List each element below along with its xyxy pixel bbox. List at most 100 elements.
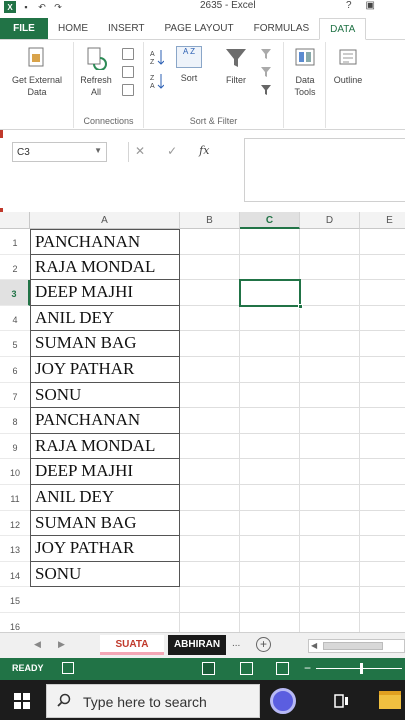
row-header[interactable]: 10	[0, 459, 30, 485]
connections-icon[interactable]	[122, 48, 134, 60]
grid-cell[interactable]	[240, 254, 300, 281]
row-header[interactable]: 9	[0, 433, 30, 460]
zoom-slider[interactable]	[316, 668, 402, 669]
grid-cell[interactable]	[360, 587, 405, 613]
grid-cell[interactable]	[300, 331, 360, 357]
advanced-filter-icon[interactable]	[260, 84, 274, 96]
row-header[interactable]: 1	[0, 229, 30, 255]
grid-cell[interactable]	[360, 536, 405, 562]
edit-links-icon[interactable]	[122, 84, 134, 96]
grid-cell[interactable]	[180, 305, 240, 332]
grid-cell[interactable]	[360, 280, 405, 306]
grid-cell[interactable]	[360, 306, 405, 332]
row-header[interactable]: 16	[0, 613, 30, 632]
save-icon[interactable]: ▪	[20, 1, 32, 13]
taskbar-search-box[interactable]: Type here to search	[46, 684, 260, 718]
cell-a2[interactable]: RAJA MONDAL	[30, 254, 180, 281]
row-header[interactable]: 5	[0, 331, 30, 357]
active-cell-selection[interactable]	[239, 279, 303, 309]
cell-a14[interactable]: SONU	[30, 561, 180, 588]
cell-a10[interactable]: DEEP MAJHI	[30, 459, 180, 485]
properties-icon[interactable]	[122, 66, 134, 78]
tab-insert[interactable]: INSERT	[98, 18, 155, 39]
row-header[interactable]: 11	[0, 485, 30, 511]
grid-cell[interactable]	[240, 561, 300, 588]
redo-icon[interactable]: ↷	[52, 1, 64, 13]
grid-cell[interactable]	[360, 511, 405, 537]
sort-descending-icon[interactable]: ZA	[150, 72, 164, 90]
grid-cell[interactable]	[180, 331, 240, 357]
task-view-icon[interactable]	[334, 693, 350, 709]
grid-cell[interactable]	[360, 357, 405, 383]
row-header[interactable]: 14	[0, 561, 30, 588]
row-header[interactable]: 4	[0, 305, 30, 332]
tab-formulas[interactable]: FORMULAS	[244, 18, 320, 39]
macro-recording-icon[interactable]	[62, 662, 74, 674]
grid-cell[interactable]	[240, 459, 300, 485]
grid-cell[interactable]	[300, 382, 360, 409]
grid-cell[interactable]	[360, 229, 405, 255]
cell-a15[interactable]	[30, 587, 180, 613]
sheet-tab-suata[interactable]: SUATA	[100, 635, 164, 655]
windows-start-icon[interactable]	[14, 693, 30, 709]
cell-a13[interactable]: JOY PATHAR	[30, 536, 180, 562]
cell-a3[interactable]: DEEP MAJHI	[30, 280, 180, 306]
grid-cell[interactable]	[180, 536, 240, 562]
sort-button[interactable]: A Z Sort	[172, 46, 206, 84]
grid-cell[interactable]	[360, 408, 405, 434]
refresh-all-button[interactable]: Refresh All	[76, 46, 116, 98]
filter-button[interactable]: Filter	[218, 46, 254, 86]
grid-cell[interactable]	[300, 357, 360, 383]
outline-button[interactable]: Outline	[328, 46, 368, 86]
grid-cell[interactable]	[240, 510, 300, 537]
formula-input[interactable]	[244, 138, 405, 202]
next-sheet-icon[interactable]: ▶	[58, 639, 65, 650]
grid-cell[interactable]	[360, 485, 405, 511]
cell-a11[interactable]: ANIL DEY	[30, 485, 180, 511]
grid-cell[interactable]	[240, 613, 300, 632]
page-layout-view-icon[interactable]	[240, 662, 253, 675]
cancel-entry-icon[interactable]: ✕	[135, 144, 145, 158]
grid-cell[interactable]	[300, 613, 360, 632]
fill-handle[interactable]	[298, 303, 303, 309]
name-box[interactable]: C3 ▼	[12, 142, 107, 162]
column-header-a[interactable]: A	[30, 212, 180, 229]
grid-cell[interactable]	[360, 613, 405, 632]
add-sheet-icon[interactable]: +	[256, 637, 271, 652]
undo-icon[interactable]: ↶	[36, 1, 48, 13]
cell-a1[interactable]: PANCHANAN	[30, 229, 180, 255]
scroll-left-icon[interactable]: ◀	[311, 640, 317, 652]
grid-cell[interactable]	[240, 485, 300, 511]
row-header[interactable]: 7	[0, 382, 30, 409]
grid-cell[interactable]	[300, 254, 360, 281]
scroll-thumb[interactable]	[323, 642, 383, 650]
row-header[interactable]: 8	[0, 408, 30, 434]
sheet-tab-abhiran[interactable]: ABHIRAN	[168, 635, 226, 655]
grid-cell[interactable]	[180, 613, 240, 632]
grid-cell[interactable]	[180, 382, 240, 409]
confirm-entry-icon[interactable]: ✓	[167, 144, 177, 158]
tab-page-layout[interactable]: PAGE LAYOUT	[155, 18, 244, 39]
more-sheets-button[interactable]: ...	[232, 638, 240, 649]
grid-cell[interactable]	[300, 408, 360, 434]
grid-cell[interactable]	[300, 433, 360, 460]
column-header-e[interactable]: E	[360, 212, 405, 229]
grid-cell[interactable]	[300, 587, 360, 613]
name-box-dropdown-icon[interactable]: ▼	[94, 146, 102, 155]
data-tools-button[interactable]: Data Tools	[286, 46, 324, 98]
grid-cell[interactable]	[360, 383, 405, 409]
tab-home[interactable]: HOME	[48, 18, 98, 39]
grid-cell[interactable]	[300, 561, 360, 588]
tab-file[interactable]: FILE	[0, 18, 48, 39]
get-external-data-button[interactable]: Get External Data	[6, 46, 68, 98]
clear-filter-icon[interactable]	[260, 48, 274, 60]
grid-cell[interactable]	[240, 331, 300, 357]
cell-a4[interactable]: ANIL DEY	[30, 305, 180, 332]
row-header[interactable]: 2	[0, 254, 30, 281]
grid-cell[interactable]	[180, 510, 240, 537]
grid-cell[interactable]	[240, 382, 300, 409]
cell-a16[interactable]	[30, 613, 180, 632]
row-header[interactable]: 13	[0, 536, 30, 562]
column-header-d[interactable]: D	[300, 212, 360, 229]
sort-ascending-icon[interactable]: AZ	[150, 48, 164, 66]
